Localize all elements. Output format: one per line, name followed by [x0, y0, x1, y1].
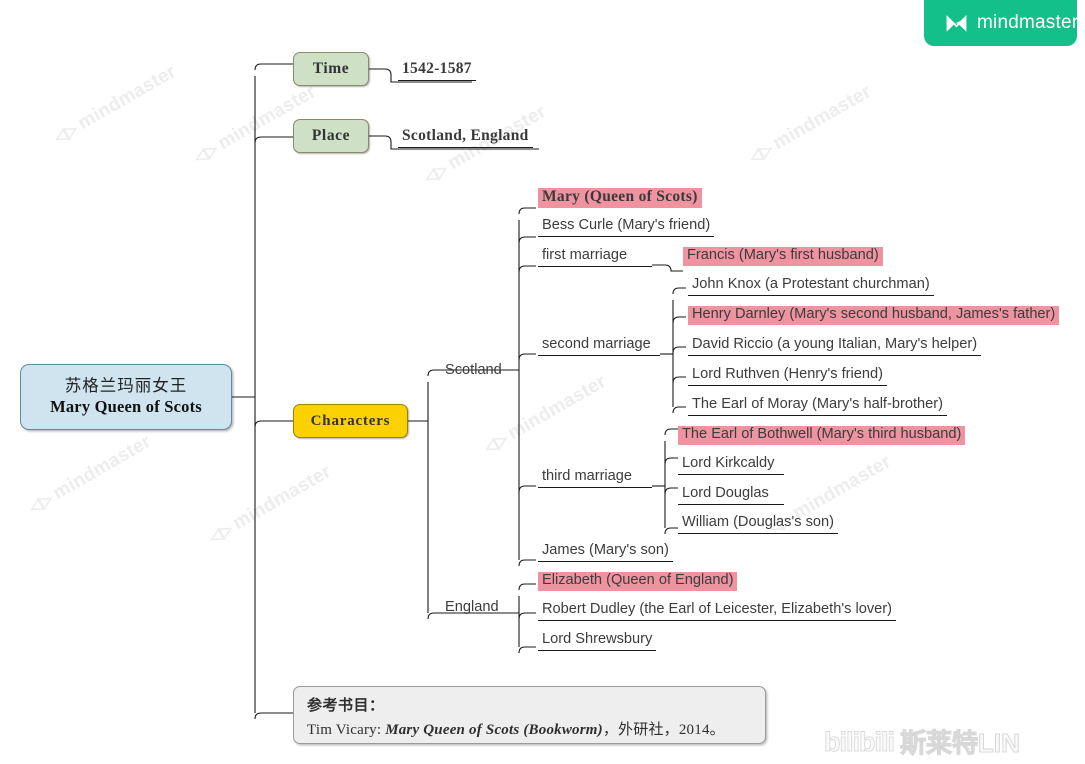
reference-citation: Tim Vicary: Mary Queen of Scots (Bookwor…	[307, 718, 765, 739]
mindmaster-bowtie-icon	[945, 14, 968, 33]
reference-heading: 参考书目：	[307, 698, 385, 714]
watermark: ◁▷mindmaster	[50, 61, 180, 149]
leaf-second-marriage[interactable]: second marriage	[538, 336, 660, 356]
leaf-third-marriage[interactable]: third marriage	[538, 468, 652, 488]
leaf-earl-of-moray[interactable]: The Earl of Moray (Mary's half-brother)	[688, 396, 947, 416]
leaf-first-marriage[interactable]: first marriage	[538, 247, 652, 267]
watermark-logo-icon: ◁▷	[480, 429, 510, 458]
root-title-cn: 苏格兰玛丽女王	[64, 376, 188, 396]
leaf-lord-ruthven[interactable]: Lord Ruthven (Henry's friend)	[688, 366, 887, 386]
watermark-logo-icon: ◁▷	[50, 119, 80, 148]
root-node[interactable]: 苏格兰玛丽女王 Mary Queen of Scots	[20, 364, 232, 430]
watermark: ◁▷mindmaster	[745, 81, 875, 169]
watermark-logo-icon: ◁▷	[205, 519, 235, 548]
leaf-lord-douglas[interactable]: Lord Douglas	[678, 485, 784, 505]
mindmaster-logo[interactable]: mindmaster	[924, 0, 1079, 46]
value-time[interactable]: 1542-1587	[398, 60, 476, 81]
watermark-logo-icon: ◁▷	[25, 489, 55, 518]
reference-tail: ，外研社，2014。	[602, 722, 725, 738]
watermark-logo-icon: ◁▷	[745, 139, 775, 168]
branch-characters[interactable]: Characters	[293, 404, 408, 438]
bilibili-username: 斯莱特LIN	[899, 727, 1020, 758]
branch-place[interactable]: Place	[293, 119, 369, 153]
leaf-earl-of-bothwell[interactable]: The Earl of Bothwell (Mary's third husba…	[678, 426, 966, 445]
watermark-logo-icon: ◁▷	[420, 159, 450, 188]
watermark: ◁▷mindmaster	[205, 461, 335, 549]
leaf-henry-darnley[interactable]: Henry Darnley (Mary's second husband, Ja…	[688, 306, 1060, 325]
watermark-text: mindmaster	[229, 461, 335, 535]
value-place[interactable]: Scotland, England	[398, 127, 533, 148]
leaf-lord-shrewsbury[interactable]: Lord Shrewsbury	[538, 631, 657, 651]
reference-author: Tim Vicary:	[307, 722, 386, 738]
mindmaster-logo-text: mindmaster	[977, 12, 1079, 33]
watermark: ◁▷mindmaster	[480, 371, 610, 459]
watermark-text: mindmaster	[769, 81, 875, 155]
branch-place-label: Place	[311, 127, 351, 144]
group-england-label[interactable]: England	[441, 599, 503, 618]
leaf-robert-dudley[interactable]: Robert Dudley (the Earl of Leicester, El…	[538, 601, 896, 621]
watermark: ◁▷mindmaster	[25, 431, 155, 519]
watermark-text: mindmaster	[504, 371, 610, 445]
watermark-text: mindmaster	[49, 431, 155, 505]
reference-box[interactable]: 参考书目： Tim Vicary: Mary Queen of Scots (B…	[293, 686, 766, 744]
root-title-en: Mary Queen of Scots	[50, 397, 202, 416]
leaf-william-douglas-son[interactable]: William (Douglas's son)	[678, 514, 839, 534]
leaf-bess-curle[interactable]: Bess Curle (Mary's friend)	[538, 217, 715, 237]
leaf-john-knox[interactable]: John Knox (a Protestant churchman)	[688, 276, 934, 296]
branch-time-label: Time	[312, 60, 350, 77]
watermark-text: mindmaster	[74, 61, 180, 135]
leaf-lord-kirkcaldy[interactable]: Lord Kirkcaldy	[678, 455, 784, 475]
group-scotland-label[interactable]: Scotland	[441, 362, 506, 381]
leaf-elizabeth[interactable]: Elizabeth (Queen of England)	[538, 572, 738, 591]
reference-title: Mary Queen of Scots (Bookworm)	[385, 722, 603, 738]
watermark-logo-icon: ◁▷	[190, 139, 220, 168]
leaf-james[interactable]: James (Mary's son)	[538, 542, 673, 562]
leaf-david-riccio[interactable]: David Riccio (a young Italian, Mary's he…	[688, 336, 982, 356]
branch-time[interactable]: Time	[293, 52, 369, 86]
bilibili-logo-icon: bilibili	[824, 727, 896, 757]
leaf-francis[interactable]: Francis (Mary's first husband)	[683, 247, 883, 266]
branch-characters-label: Characters	[310, 412, 391, 429]
leaf-mary[interactable]: Mary (Queen of Scots)	[538, 188, 702, 208]
bilibili-watermark: bilibili 斯莱特LIN	[824, 727, 1021, 758]
